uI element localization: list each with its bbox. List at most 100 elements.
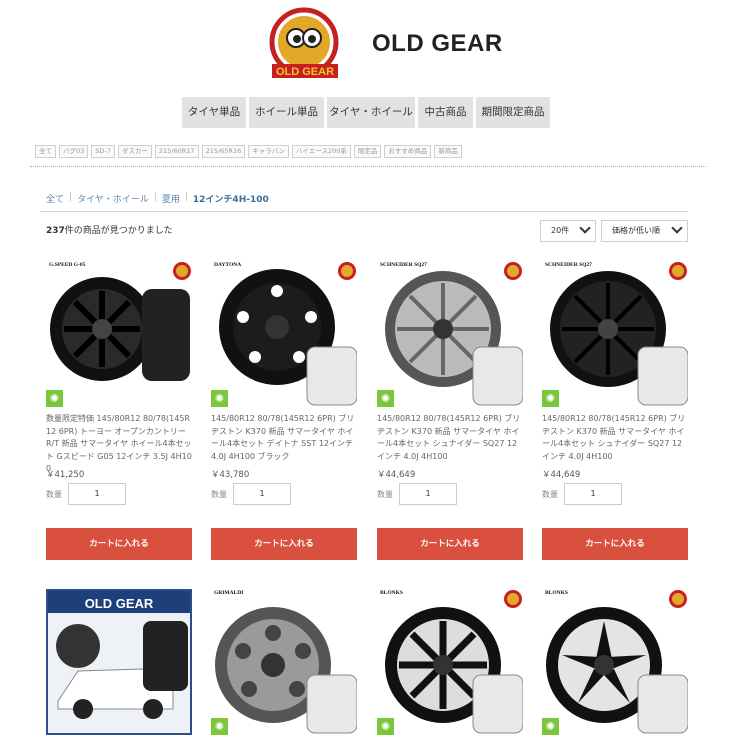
quantity-input[interactable]: 1: [68, 483, 126, 505]
brand-logo-icon: [504, 262, 522, 280]
wheel-image: [546, 607, 689, 734]
tag[interactable]: バグ03: [59, 145, 89, 158]
leaf-icon: ✺: [542, 718, 559, 735]
result-count: 237件の商品が見つかりました: [46, 223, 173, 236]
breadcrumb: 全て | タイヤ・ホイール | 夏用 | 12インチ4H-100: [46, 192, 269, 205]
site-title[interactable]: OLD GEAR: [372, 30, 503, 58]
divider: [40, 211, 688, 212]
product-price: ￥41,250: [46, 470, 85, 480]
tag[interactable]: ハイエース200系: [291, 145, 351, 158]
nav-used[interactable]: 中古商品: [418, 97, 473, 128]
product-image[interactable]: BLONKS ✺: [377, 589, 524, 735]
quantity-input[interactable]: 1: [233, 483, 291, 505]
product-card: SCHNEIDER SQ27 ✺ 145/80R12 80/78(145R12 …: [377, 261, 524, 505]
tag[interactable]: 215/60R17: [154, 145, 199, 158]
product-image[interactable]: SCHNEIDER SQ27 ✺: [542, 261, 689, 407]
quantity-label: 数量: [46, 489, 62, 499]
tag[interactable]: おすすめ商品: [384, 145, 432, 158]
product-card: DAYTONA ✺ 145/80R12 80/78(145R12 6PR) ブリ…: [211, 261, 358, 505]
product-image[interactable]: DAYTONA ✺: [211, 261, 358, 407]
quantity-label: 数量: [377, 489, 393, 499]
product-image[interactable]: OLD GEAR: [46, 589, 192, 735]
breadcrumb-separator: |: [69, 192, 73, 202]
wheel-image: [215, 607, 358, 734]
add-to-cart-button[interactable]: カートに入れる: [377, 528, 523, 560]
tag[interactable]: 限定品: [353, 145, 382, 158]
car-image: OLD GEAR: [48, 591, 190, 733]
wheel-image: [385, 271, 524, 406]
breadcrumb-separator: |: [184, 192, 188, 202]
brand-logo-icon: [173, 262, 191, 280]
leaf-icon: ✺: [211, 718, 228, 735]
leaf-icon: ✺: [377, 390, 394, 407]
nav-limited[interactable]: 期間限定商品: [476, 97, 550, 128]
maker-label: BLONKS: [380, 590, 403, 596]
product-card: BLONKS ✺: [377, 589, 524, 735]
quantity-row: 数量 1: [211, 483, 357, 505]
old-gear-logo-icon[interactable]: OLD GEAR: [266, 6, 344, 84]
breadcrumb-summer[interactable]: 夏用: [162, 192, 180, 205]
brand-logo-icon: [669, 262, 687, 280]
wheel-image: [50, 277, 190, 381]
quantity-input[interactable]: 1: [399, 483, 457, 505]
nav-wheel[interactable]: ホイール単品: [249, 97, 324, 128]
site-header: OLD GEAR OLD GEAR: [0, 0, 734, 92]
maker-label: SCHNEIDER SQ27: [380, 262, 427, 268]
wheel-image: [385, 607, 524, 734]
leaf-icon: ✺: [211, 390, 228, 407]
wheel-image: [219, 269, 358, 406]
divider: [30, 166, 706, 167]
per-page-value: 20件: [551, 226, 570, 235]
maker-label: BLONKS: [545, 590, 568, 596]
leaf-icon: ✺: [542, 390, 559, 407]
main-nav: タイヤ単品 ホイール単品 タイヤ・ホイール 中古商品 期間限定商品: [182, 97, 550, 128]
breadcrumb-tire-wheel[interactable]: タイヤ・ホイール: [77, 192, 149, 205]
nav-tire-wheel[interactable]: タイヤ・ホイール: [327, 97, 415, 128]
tag[interactable]: 215/65R16: [201, 145, 246, 158]
maker-label: GRIMALDI: [214, 590, 244, 596]
tag[interactable]: 全て: [35, 145, 56, 158]
brand-logo-icon: [504, 590, 522, 608]
add-to-cart-button[interactable]: カートに入れる: [46, 528, 192, 560]
maker-label: DAYTONA: [214, 262, 242, 268]
product-card: SCHNEIDER SQ27 ✺ 145/80R12 80/78(145R12 …: [542, 261, 689, 505]
leaf-icon: ✺: [46, 390, 63, 407]
tag[interactable]: 新商品: [434, 145, 462, 158]
product-card: OLD GEAR: [46, 589, 192, 735]
chevron-down-icon: [671, 222, 683, 234]
product-price: ￥44,649: [542, 470, 581, 480]
tag[interactable]: SD-7: [91, 145, 115, 158]
product-card: BLONKS ✺: [542, 589, 689, 735]
nav-tire[interactable]: タイヤ単品: [182, 97, 246, 128]
product-image[interactable]: G.SPEED G-05 ✺: [46, 261, 192, 407]
quantity-input[interactable]: 1: [564, 483, 622, 505]
quantity-label: 数量: [211, 489, 227, 499]
tag[interactable]: ダスカー: [117, 145, 152, 158]
wheel-image: [550, 271, 689, 406]
product-image[interactable]: BLONKS ✺: [542, 589, 689, 735]
product-image[interactable]: SCHNEIDER SQ27 ✺: [377, 261, 524, 407]
sort-value: 価格が低い順: [612, 226, 660, 235]
tag[interactable]: キャラバン: [248, 145, 289, 158]
add-to-cart-button[interactable]: カートに入れる: [211, 528, 357, 560]
result-count-text: 件の商品が見つかりました: [64, 226, 173, 236]
breadcrumb-current: 12インチ4H-100: [192, 195, 269, 205]
quantity-label: 数量: [542, 489, 558, 499]
product-price: ￥44,649: [377, 470, 416, 480]
brand-logo-icon: [338, 262, 356, 280]
breadcrumb-all[interactable]: 全て: [46, 192, 64, 205]
product-image[interactable]: GRIMALDI ✺: [211, 589, 358, 735]
sort-select[interactable]: 価格が低い順: [601, 220, 688, 242]
breadcrumb-separator: |: [153, 192, 157, 202]
result-count-number: 237: [46, 226, 65, 236]
product-price: ￥43,780: [211, 470, 250, 480]
add-to-cart-button[interactable]: カートに入れる: [542, 528, 688, 560]
quantity-row: 数量 1: [542, 483, 688, 505]
leaf-icon: ✺: [377, 718, 394, 735]
maker-label: SCHNEIDER SQ27: [545, 262, 592, 268]
brand-logo-icon: [669, 590, 687, 608]
product-card: GRIMALDI ✺: [211, 589, 358, 735]
svg-text:OLD GEAR: OLD GEAR: [276, 66, 334, 78]
per-page-select[interactable]: 20件: [540, 220, 596, 242]
maker-label: OLD GEAR: [85, 596, 154, 611]
